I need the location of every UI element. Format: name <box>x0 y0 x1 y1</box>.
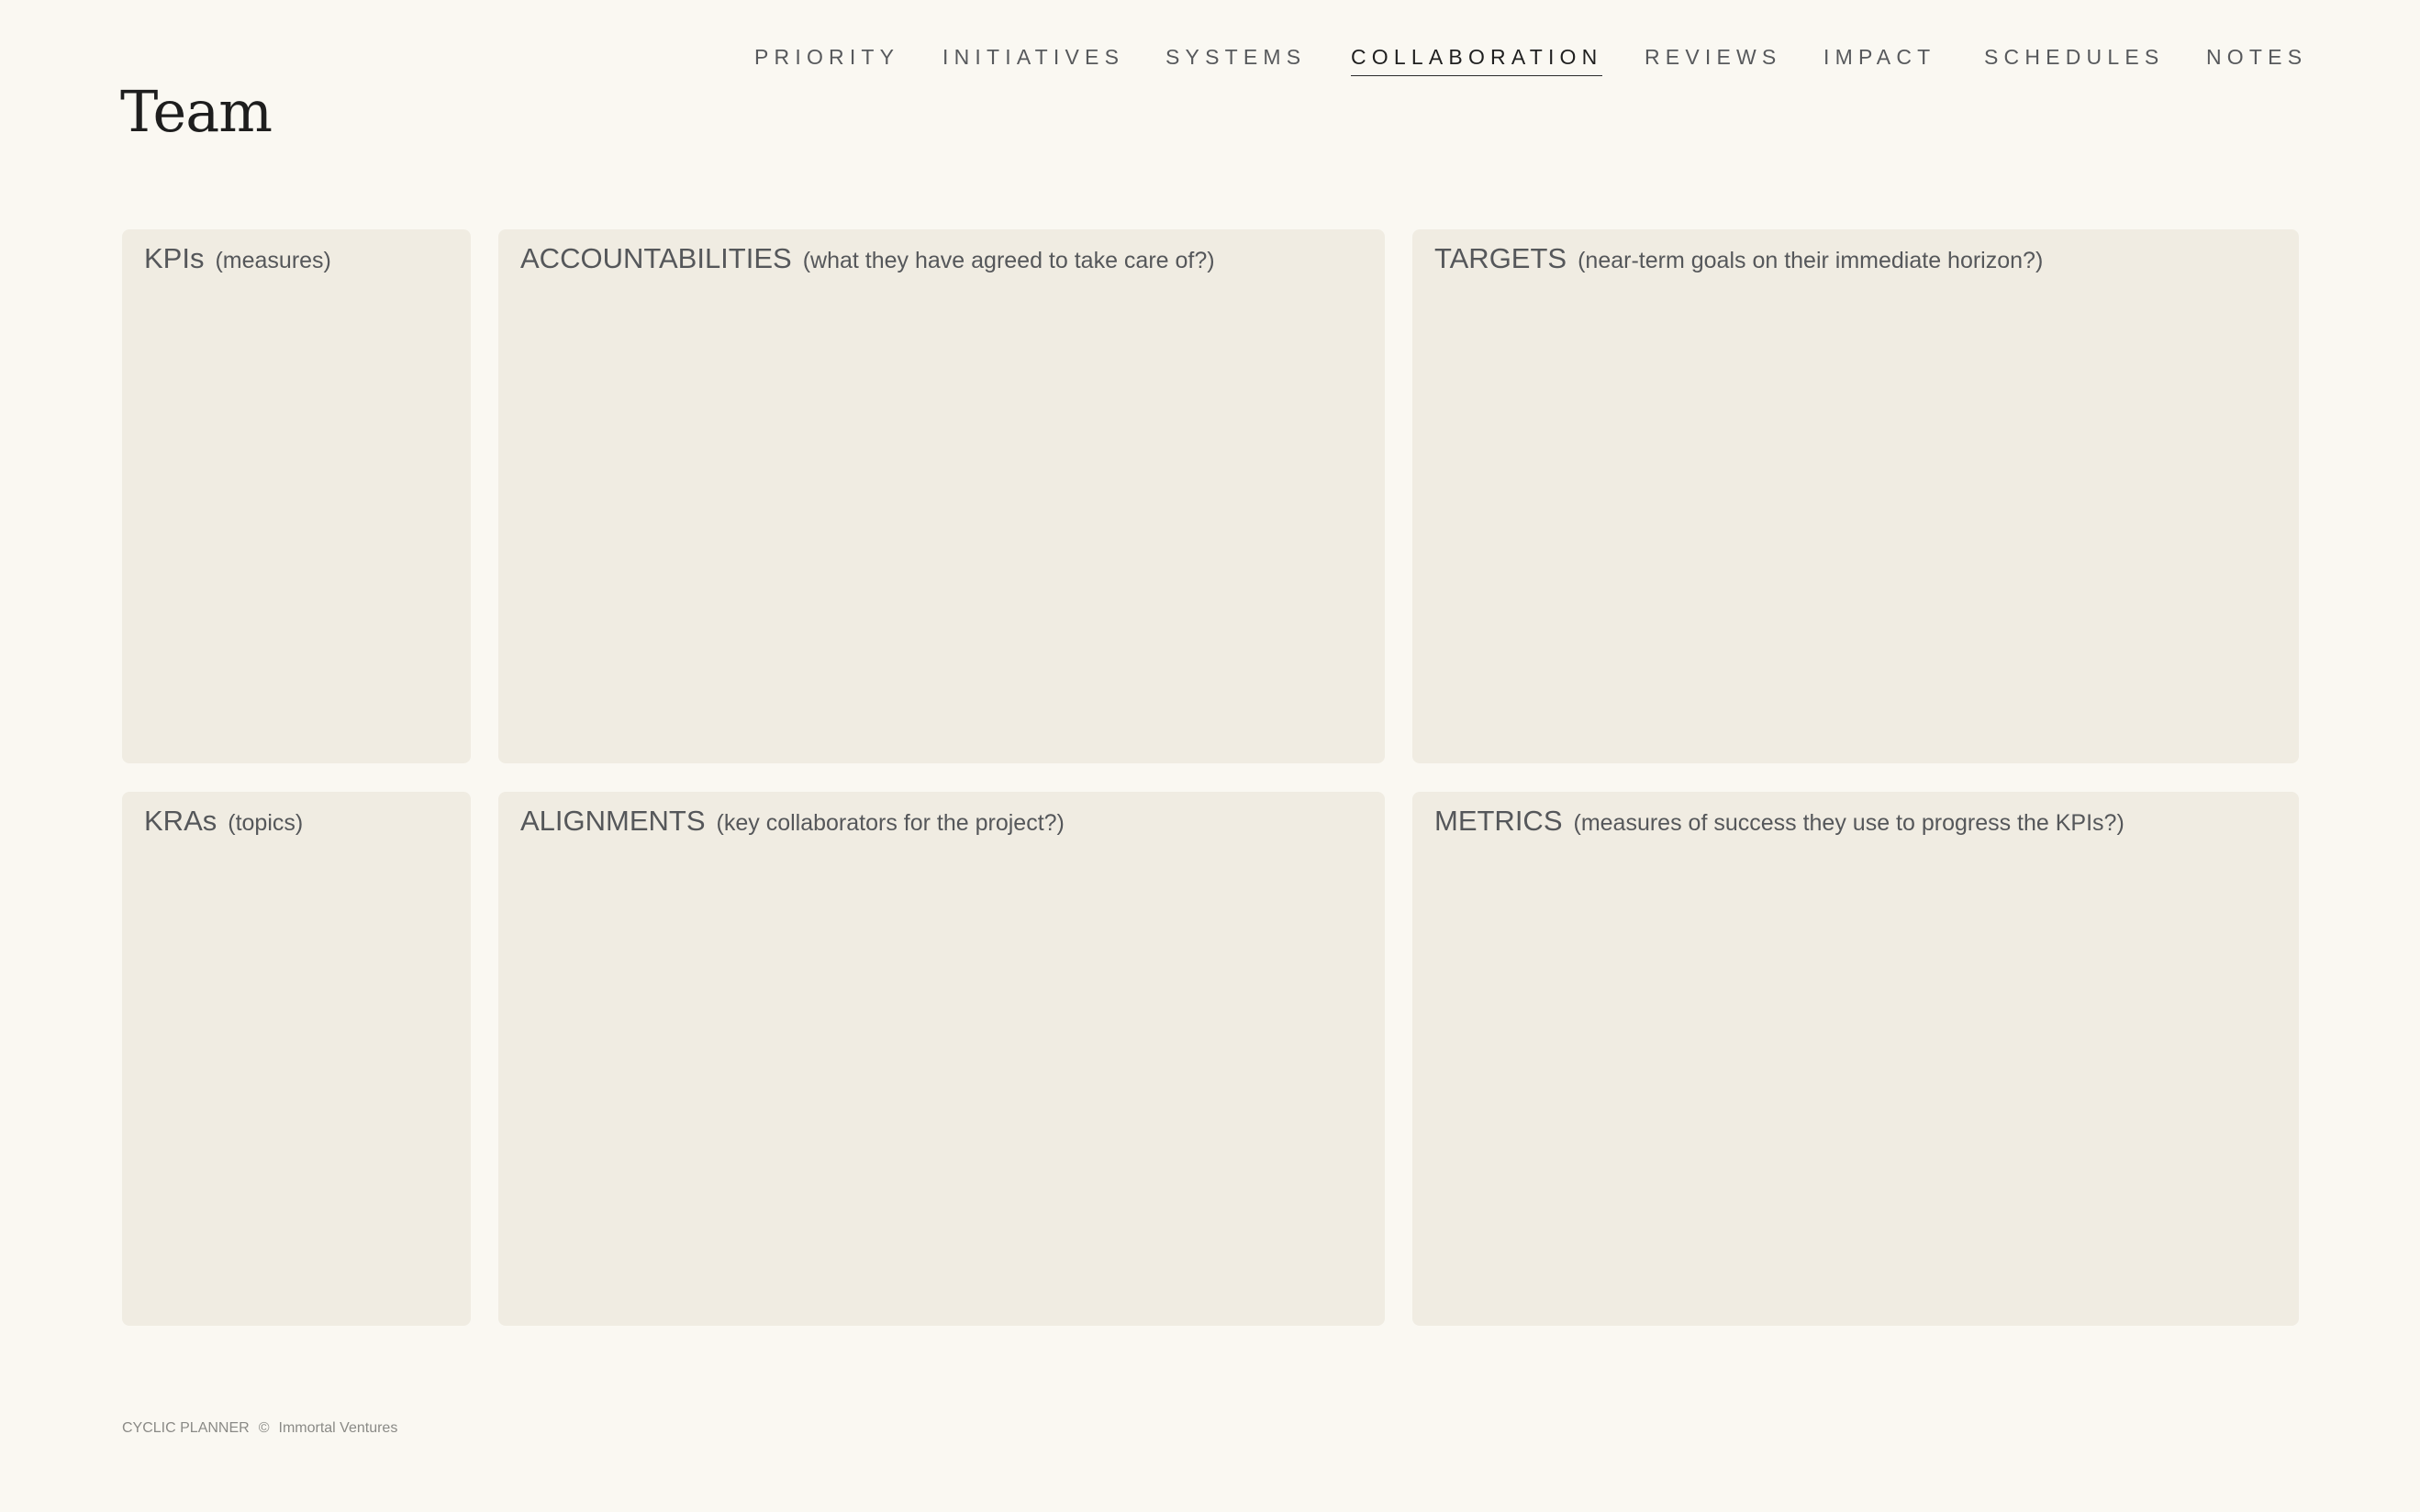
copyright-icon: © <box>258 1420 270 1436</box>
alignments-card-title: ALIGNMENTS <box>520 805 706 837</box>
kras-card-hint: (topics) <box>228 810 304 836</box>
alignments-card[interactable]: ALIGNMENTS (key collaborators for the pro… <box>498 792 1385 1326</box>
top-nav: PRIORITY INITIATIVES SYSTEMS COLLABORATI… <box>0 39 2420 84</box>
footer-brand: CYCLIC PLANNER <box>122 1420 250 1436</box>
kpis-card[interactable]: KPIs (measures) <box>122 229 471 763</box>
targets-card-header: TARGETS (near-term goals on their immedia… <box>1434 242 2043 275</box>
nav-item-schedules[interactable]: SCHEDULES <box>1984 39 2164 75</box>
nav-item-reviews[interactable]: REVIEWS <box>1645 39 1781 75</box>
accountabilities-card-header: ACCOUNTABILITIES (what they have agreed t… <box>520 242 1215 275</box>
kpis-card-hint: (measures) <box>215 248 331 273</box>
footer: CYCLIC PLANNER © Immortal Ventures <box>122 1420 407 1437</box>
targets-card-title: TARGETS <box>1434 242 1567 274</box>
kras-card-header: KRAs (topics) <box>144 805 303 838</box>
footer-company: Immortal Ventures <box>278 1420 398 1436</box>
nav-item-collaboration[interactable]: COLLABORATION <box>1351 39 1603 76</box>
nav-item-initiatives[interactable]: INITIATIVES <box>942 39 1124 75</box>
metrics-card-header: METRICS (measures of success they use to … <box>1434 805 2124 838</box>
accountabilities-card[interactable]: ACCOUNTABILITIES (what they have agreed t… <box>498 229 1385 763</box>
targets-card-hint: (near-term goals on their immediate hori… <box>1578 248 2044 273</box>
kras-card[interactable]: KRAs (topics) <box>122 792 471 1326</box>
kpis-card-title: KPIs <box>144 242 205 274</box>
alignments-card-hint: (key collaborators for the project?) <box>716 810 1065 836</box>
accountabilities-card-title: ACCOUNTABILITIES <box>520 242 792 274</box>
accountabilities-card-hint: (what they have agreed to take care of?) <box>802 248 1215 273</box>
nav-item-priority[interactable]: PRIORITY <box>754 39 899 75</box>
nav-item-systems[interactable]: SYSTEMS <box>1165 39 1306 75</box>
nav-item-notes[interactable]: NOTES <box>2206 39 2307 75</box>
alignments-card-header: ALIGNMENTS (key collaborators for the pro… <box>520 805 1065 838</box>
metrics-card-title: METRICS <box>1434 805 1563 837</box>
metrics-card[interactable]: METRICS (measures of success they use to … <box>1412 792 2299 1326</box>
kpis-card-header: KPIs (measures) <box>144 242 331 275</box>
metrics-card-hint: (measures of success they use to progres… <box>1573 810 2124 836</box>
targets-card[interactable]: TARGETS (near-term goals on their immedia… <box>1412 229 2299 763</box>
kras-card-title: KRAs <box>144 805 217 837</box>
page-title: Team <box>120 78 273 145</box>
nav-item-impact[interactable]: IMPACT <box>1823 39 1935 75</box>
